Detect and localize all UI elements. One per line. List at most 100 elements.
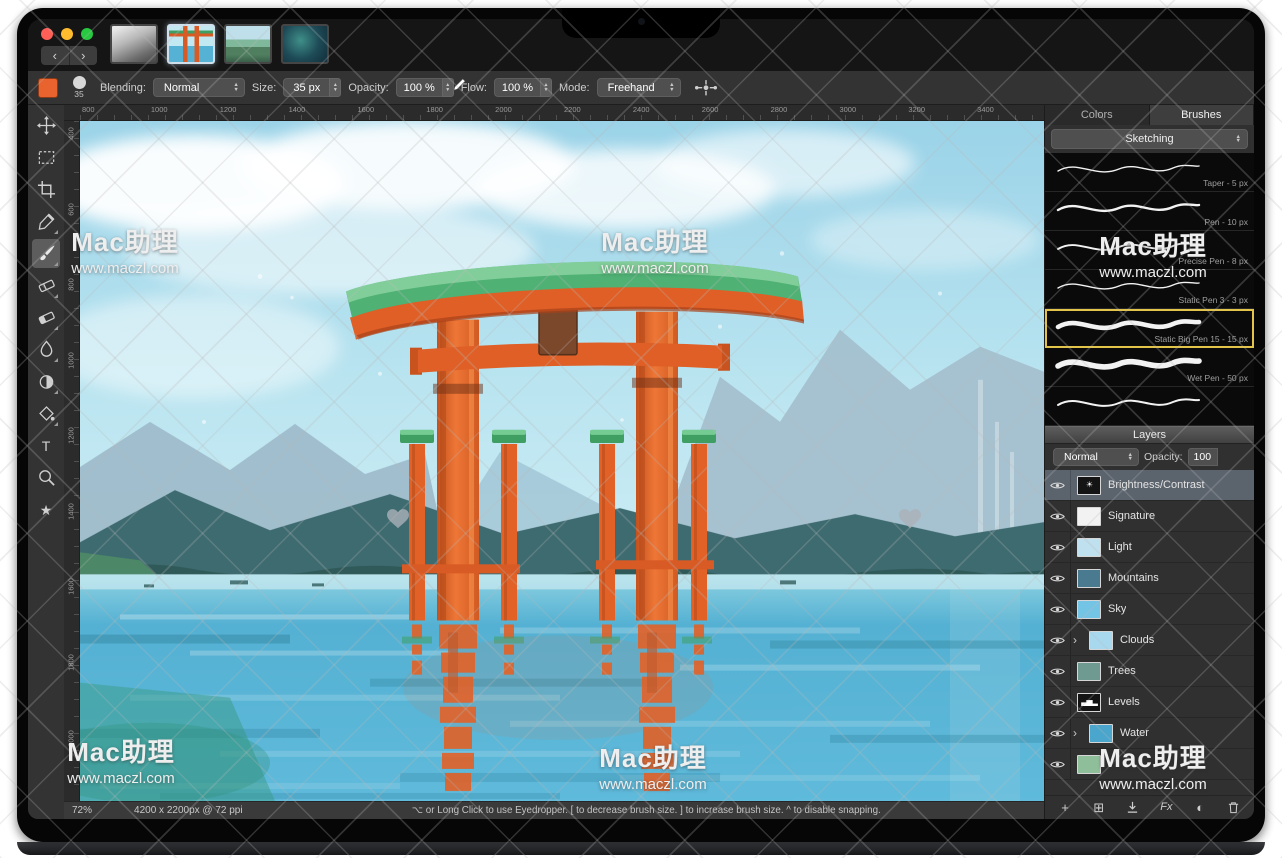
layer-visibility-toggle[interactable] xyxy=(1045,470,1071,500)
layer-row[interactable]: Water xyxy=(1045,718,1254,749)
layer-blend-row: Normal Opacity: 100 xyxy=(1045,444,1254,470)
layer-name: Sky xyxy=(1108,603,1126,615)
ruler-tick-label: 1600 xyxy=(355,105,424,120)
fill-tool[interactable] xyxy=(32,399,60,428)
brush-preset[interactable]: Static Pen 3 - 3 px xyxy=(1045,270,1254,309)
layer-blend-select[interactable]: Normal xyxy=(1053,448,1139,466)
opacity-input[interactable]: 100 % xyxy=(396,78,442,97)
layer-row[interactable]: Light xyxy=(1045,532,1254,563)
paint-brush-tool[interactable] xyxy=(32,239,60,268)
minimize-button[interactable] xyxy=(61,28,73,40)
layer-row[interactable]: ▃▅▂ Levels xyxy=(1045,687,1254,718)
group-expand-chevron-icon[interactable] xyxy=(1073,727,1083,739)
layer-row[interactable]: ☀ Brightness/Contrast xyxy=(1045,470,1254,501)
panel-tab[interactable]: Brushes xyxy=(1150,105,1255,125)
blending-select[interactable]: Normal xyxy=(153,78,245,97)
color-picker-tool[interactable] xyxy=(32,207,60,236)
crop-tool[interactable] xyxy=(32,175,60,204)
adjustment-icon: ☀ xyxy=(1086,481,1092,489)
layer-opacity-input[interactable]: 100 xyxy=(1188,448,1218,466)
flow-stepper[interactable] xyxy=(540,78,552,97)
size-stepper[interactable] xyxy=(329,78,341,97)
brush-category-select[interactable]: Sketching xyxy=(1051,129,1248,149)
fullscreen-button[interactable] xyxy=(81,28,93,40)
panel-tab[interactable]: Colors xyxy=(1045,105,1150,125)
size-input[interactable]: 35 px xyxy=(283,78,329,97)
ruler-tick-label: 1600 xyxy=(64,574,79,650)
move-tool[interactable] xyxy=(32,111,60,140)
add-layer-button[interactable]: + xyxy=(1055,801,1075,814)
ruler-tick-label: 1000 xyxy=(149,105,218,120)
laptop-hinge xyxy=(17,842,1265,855)
layer-thumbnail xyxy=(1089,631,1113,650)
layer-visibility-toggle[interactable] xyxy=(1045,625,1071,655)
layer-thumbnail xyxy=(1077,569,1101,588)
mode-select[interactable]: Freehand xyxy=(597,78,681,97)
layer-row[interactable]: Signature xyxy=(1045,501,1254,532)
close-button[interactable] xyxy=(41,28,53,40)
merge-down-button[interactable] xyxy=(1123,801,1143,814)
layer-visibility-toggle[interactable] xyxy=(1045,656,1071,686)
canvas[interactable] xyxy=(80,121,1044,801)
zoom-level[interactable]: 72% xyxy=(72,805,92,816)
opacity-label: Opacity: xyxy=(348,82,388,94)
document-thumbnail-3[interactable] xyxy=(224,24,272,64)
forward-button[interactable]: › xyxy=(70,46,98,65)
layer-name: Trees xyxy=(1108,665,1136,677)
document-thumbnail-1[interactable] xyxy=(110,24,158,64)
zoom-tool[interactable] xyxy=(32,463,60,492)
brush-preset[interactable]: Precise Pen - 8 px xyxy=(1045,231,1254,270)
camera-icon xyxy=(638,18,645,25)
layer-visibility-toggle[interactable] xyxy=(1045,594,1071,624)
brush-preset[interactable] xyxy=(1045,387,1254,426)
layer-effects-button[interactable]: Fx xyxy=(1156,802,1176,813)
brush-preset[interactable]: Static Big Pen 15 - 15 px xyxy=(1045,309,1254,348)
smudge-tool[interactable] xyxy=(32,335,60,364)
brush-list: Taper - 5 px Pen - 10 px Precise Pen - 8… xyxy=(1045,153,1254,426)
active-color-swatch[interactable] xyxy=(38,78,58,98)
adjustment-icon: ▃▅▂ xyxy=(1081,698,1096,706)
layer-visibility-toggle[interactable] xyxy=(1045,718,1071,748)
layer-thumbnail xyxy=(1077,507,1101,526)
canvas-artwork xyxy=(80,121,1044,801)
document-thumbnail-4[interactable] xyxy=(281,24,329,64)
erase-tool[interactable] xyxy=(32,271,60,300)
chevron-updown-icon xyxy=(233,83,238,92)
brush-options-toolbar: 35 Blending: Normal Size: 35 px Opacity:… xyxy=(28,71,1254,105)
brush-preset[interactable]: Taper - 5 px xyxy=(1045,153,1254,192)
flood-erase-tool[interactable] xyxy=(32,303,60,332)
layer-row[interactable]: Sky xyxy=(1045,594,1254,625)
layer-row[interactable]: Trees xyxy=(1045,656,1254,687)
layer-thumbnail: ▃▅▂ xyxy=(1077,693,1101,712)
layer-visibility-toggle[interactable] xyxy=(1045,563,1071,593)
add-group-button[interactable]: ⊞ xyxy=(1089,801,1109,814)
group-expand-chevron-icon[interactable] xyxy=(1073,634,1083,646)
document-thumbnail-2-active[interactable] xyxy=(167,24,215,64)
layer-row[interactable] xyxy=(1045,749,1254,780)
layer-visibility-toggle[interactable] xyxy=(1045,501,1071,531)
delete-layer-button[interactable] xyxy=(1224,801,1244,814)
adjustment-button[interactable]: ◐ xyxy=(1190,801,1210,814)
symmetry-icon[interactable] xyxy=(694,79,718,97)
back-button[interactable]: ‹ xyxy=(41,46,70,65)
star-shape-tool[interactable]: ★ xyxy=(32,495,60,524)
blur-tool[interactable] xyxy=(32,367,60,396)
text-tool[interactable]: T xyxy=(32,431,60,460)
eye-icon xyxy=(1050,543,1065,552)
eye-icon xyxy=(1050,512,1065,521)
layer-visibility-toggle[interactable] xyxy=(1045,687,1071,717)
layer-blend-value: Normal xyxy=(1064,451,1098,463)
flow-input[interactable]: 100 % xyxy=(494,78,540,97)
layer-thumbnail xyxy=(1077,662,1101,681)
layer-row[interactable]: Mountains xyxy=(1045,563,1254,594)
layer-row[interactable]: Clouds xyxy=(1045,625,1254,656)
brush-preset[interactable]: Pen - 10 px xyxy=(1045,192,1254,231)
brush-size-badge: 35 xyxy=(74,89,83,99)
layer-visibility-toggle[interactable] xyxy=(1045,532,1071,562)
brush-preset[interactable]: Wet Pen - 50 px xyxy=(1045,348,1254,387)
ruler-tick-label: 1200 xyxy=(64,423,79,499)
layer-name: Light xyxy=(1108,541,1132,553)
vertical-ruler: 400600800100012001400160018002000 xyxy=(64,121,80,801)
layer-visibility-toggle[interactable] xyxy=(1045,749,1071,779)
marquee-select-tool[interactable] xyxy=(32,143,60,172)
